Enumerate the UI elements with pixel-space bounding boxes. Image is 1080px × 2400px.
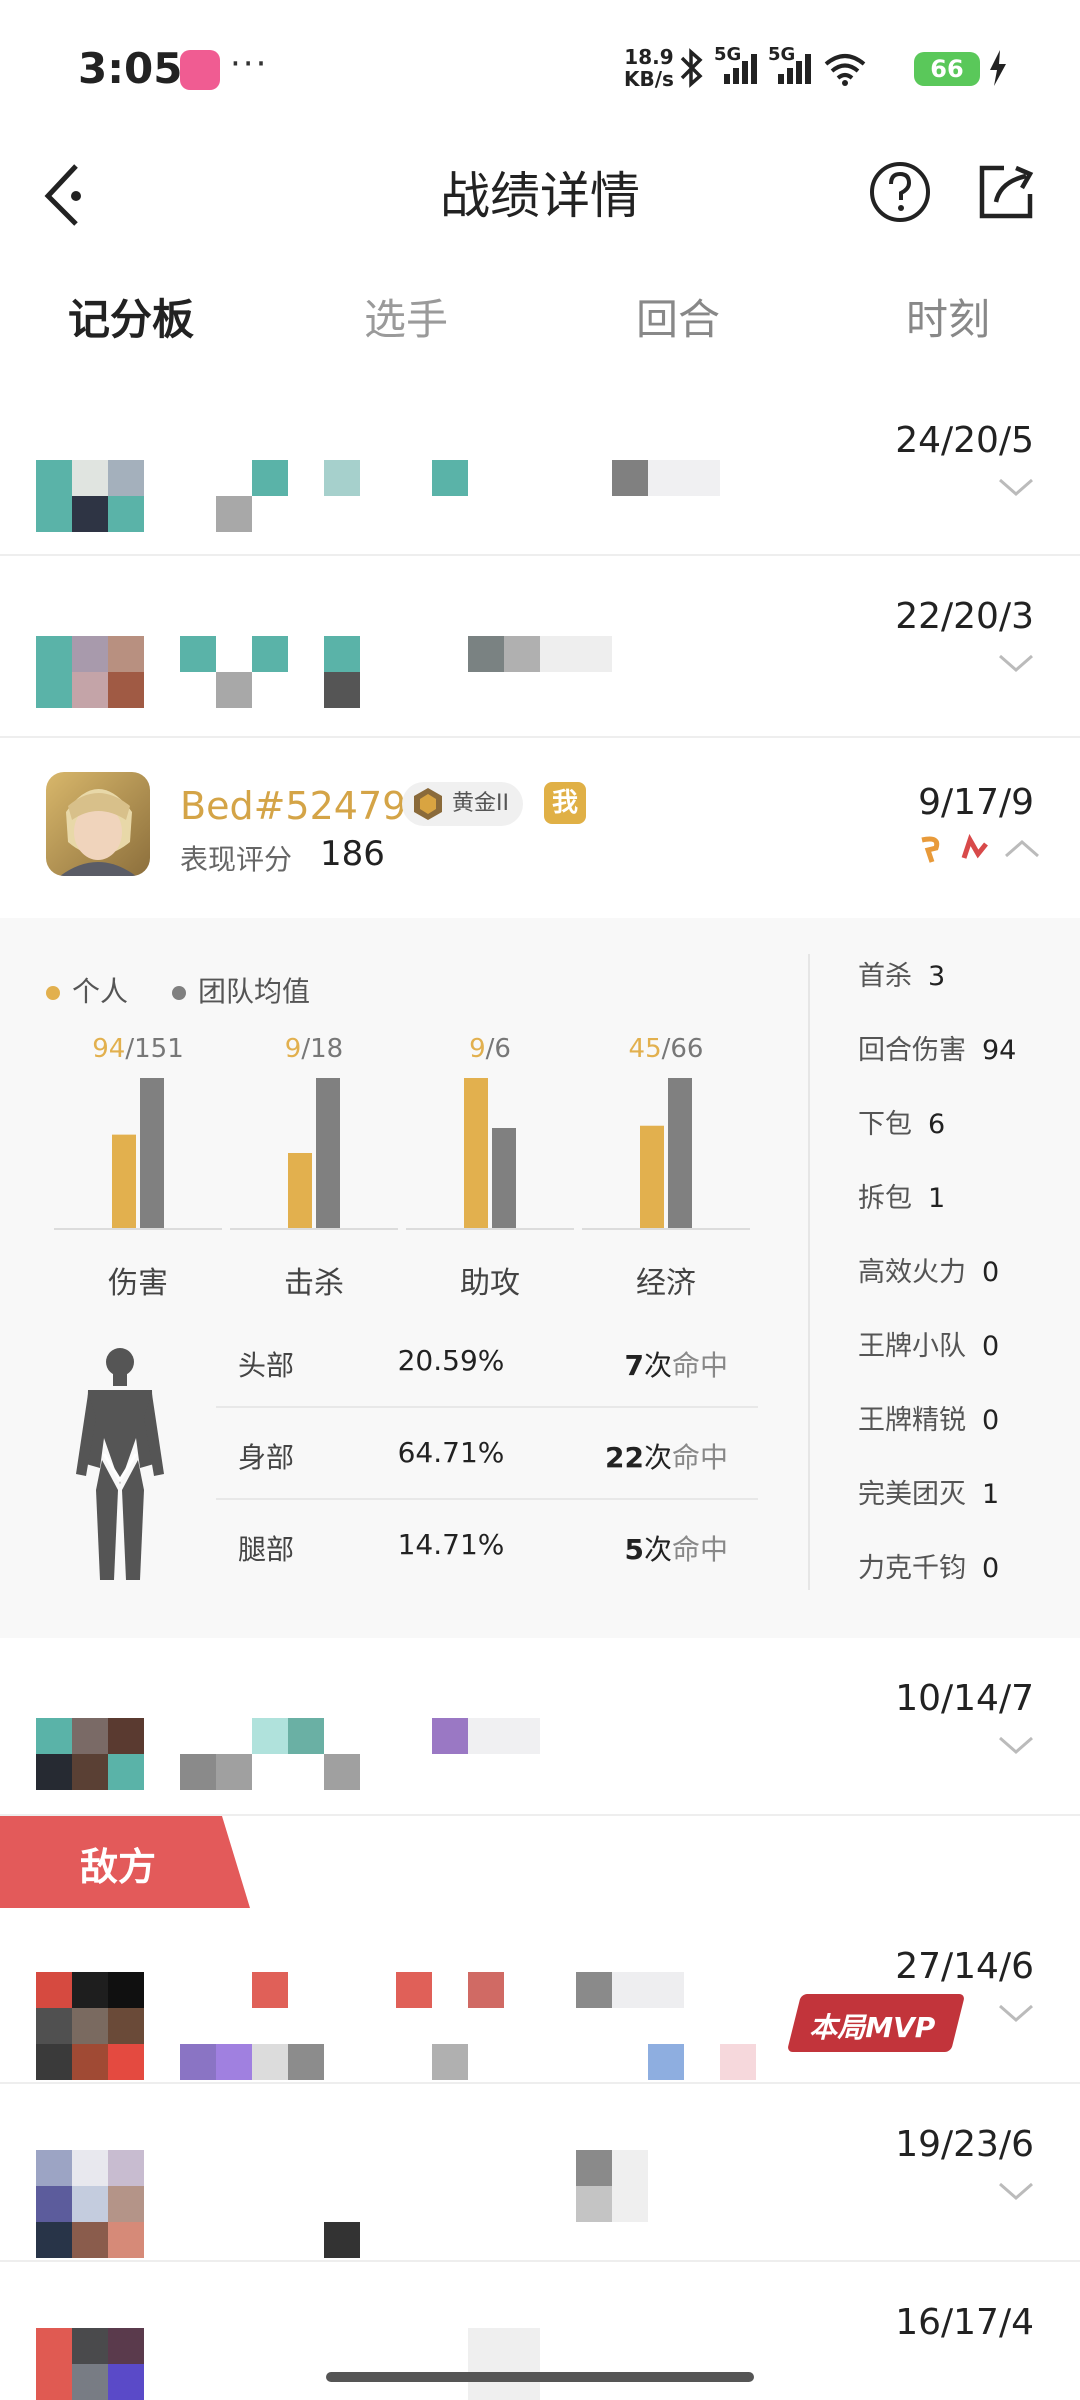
me-badge: 我 [544, 782, 586, 824]
bluetooth-icon [680, 48, 703, 88]
team-player-row[interactable]: 24/20/5 [0, 380, 1080, 556]
stat-perfect-wipe: 完美团灭 1 [858, 1479, 1000, 1510]
kda-score: 19/23/6 [895, 2124, 1034, 2165]
player-avatar [46, 772, 150, 876]
net-speed: 18.9 KB/s [624, 45, 674, 91]
home-indicator[interactable] [326, 2372, 754, 2382]
stat-ace-squad: 王牌小队 0 [858, 1331, 1000, 1362]
legend-personal: 个人 [46, 970, 128, 1010]
system-icons: 5G 5G [676, 44, 868, 90]
chevron-down-icon[interactable] [998, 2180, 1034, 2202]
hit-distribution-table: 头部 20.59% 7次命中 身部 64.71% 22次命中 腿部 14.71%… [216, 1316, 758, 1592]
category-label-3: 经济 [636, 1266, 696, 1301]
stat-defuse: 拆包 1 [858, 1183, 946, 1214]
kda-score: 24/20/5 [895, 420, 1034, 461]
gold-rank-icon [414, 788, 442, 820]
bar-personal-0 [112, 1134, 136, 1228]
performance-score: 186 [320, 834, 385, 874]
chart-legend: 个人 团队均值 [46, 970, 310, 1010]
stat-round-damage: 回合伤害 94 [858, 1035, 1017, 1066]
bar-team-3 [668, 1078, 692, 1228]
bar-team-2 [492, 1128, 516, 1228]
enemy-player-row[interactable]: 19/23/6 [0, 2084, 1080, 2262]
tab-bar: 记分板 选手 回合 时刻 [0, 270, 1080, 370]
bar-personal-1 [288, 1153, 312, 1228]
enemy-team-label: 敌方 [0, 1816, 250, 1908]
mvp-badge: 本局MVP [786, 1994, 966, 2052]
bar-value-label-2: 9/6 [469, 1034, 511, 1064]
panel-divider [808, 954, 810, 1590]
kda-score: 9/17/9 [918, 782, 1034, 823]
tab-moments[interactable]: 时刻 [906, 286, 990, 347]
stat-first-kill: 首杀 3 [858, 961, 946, 992]
bar-value-label-1: 9/18 [284, 1034, 344, 1064]
ability-icon-2 [961, 834, 988, 859]
bar-personal-3 [640, 1125, 664, 1228]
achievement-icons [916, 834, 1040, 864]
player-name: Bed#52479 [180, 784, 407, 828]
charging-icon [990, 50, 1006, 86]
bar-value-label-0: 94/151 [92, 1034, 184, 1064]
tab-rounds[interactable]: 回合 [636, 286, 720, 347]
performance-label: 表现评分 [180, 843, 293, 876]
help-icon[interactable] [868, 160, 932, 224]
body-silhouette-icon [76, 1348, 164, 1580]
bar-team-1 [316, 1078, 340, 1228]
stat-plant: 下包 6 [858, 1109, 946, 1140]
battery-indicator: 66 [914, 52, 980, 86]
kda-score: 27/14/6 [895, 1946, 1034, 1987]
stat-firepower: 高效火力 0 [858, 1257, 1000, 1288]
tab-scoreboard[interactable]: 记分板 [68, 286, 194, 347]
bar-value-label-3: 45/66 [628, 1034, 704, 1064]
share-icon[interactable] [974, 160, 1038, 224]
signal-icon-2: 5G [768, 44, 814, 88]
team-player-row[interactable]: 22/20/3 [0, 556, 1080, 738]
bilibili-app-icon [180, 50, 220, 90]
kda-score: 10/14/7 [895, 1678, 1034, 1719]
stat-ace-elite: 王牌精锐 0 [858, 1405, 1000, 1436]
category-label-0: 伤害 [108, 1266, 168, 1301]
hit-row-body: 身部 64.71% 22次命中 [216, 1408, 758, 1500]
signal-icon-1: 5G [714, 44, 760, 88]
category-label-1: 击杀 [284, 1266, 344, 1301]
chevron-up-icon[interactable] [1004, 838, 1040, 860]
ability-icon [921, 836, 940, 863]
chevron-down-icon[interactable] [998, 652, 1034, 674]
rank-badge: 黄金II [402, 782, 523, 826]
status-bar: 3:05 ··· 18.9 KB/s 5G 5G 66 [0, 0, 1080, 130]
bar-personal-2 [464, 1078, 488, 1228]
bar-team-0 [140, 1078, 164, 1228]
player-detail-panel: 个人 团队均值 94/151 伤害 9/18 击杀 9/6 助攻 45/66 经济 头部 20… [0, 918, 1080, 1638]
team-player-row[interactable]: 10/14/7 [0, 1638, 1080, 1816]
stat-clutch: 力克千钧 0 [858, 1553, 1000, 1584]
kda-score: 16/17/4 [895, 2302, 1034, 2343]
app-header: 战绩详情 [0, 130, 1080, 250]
chevron-down-icon[interactable] [998, 476, 1034, 498]
category-label-2: 助攻 [460, 1266, 520, 1301]
chevron-down-icon[interactable] [998, 1734, 1034, 1756]
chevron-down-icon[interactable] [998, 2002, 1034, 2024]
status-time: 3:05 [78, 44, 183, 93]
expanded-player-row[interactable]: Bed#52479 黄金II 我 表现评分 186 9/17/9 [0, 738, 1080, 918]
kda-score: 22/20/3 [895, 596, 1034, 637]
hit-row-head: 头部 20.59% 7次命中 [216, 1316, 758, 1408]
tab-players[interactable]: 选手 [364, 286, 448, 347]
legend-team-avg: 团队均值 [172, 970, 310, 1010]
hit-row-legs: 腿部 14.71% 5次命中 [238, 1528, 728, 1566]
more-notifications-icon: ··· [230, 44, 269, 84]
wifi-icon [824, 54, 866, 86]
